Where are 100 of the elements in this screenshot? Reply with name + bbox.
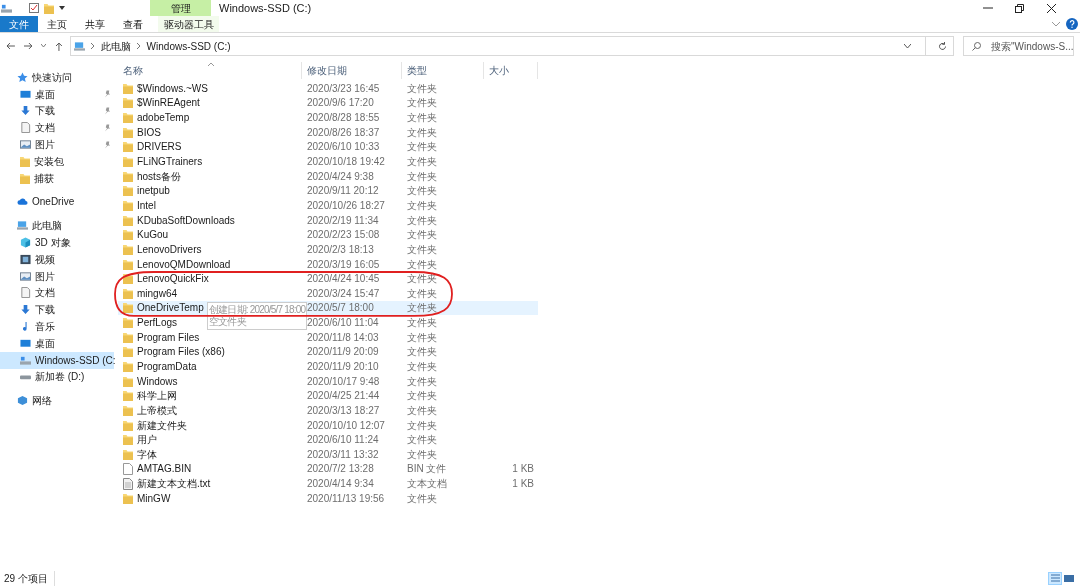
sidebar-item[interactable]: 网络	[0, 392, 114, 410]
address-bar[interactable]: 此电脑 Windows-SSD (C:)	[69, 36, 954, 56]
column-header[interactable]: 大小	[484, 62, 538, 79]
folder-icon	[123, 361, 133, 372]
ribbon-tab[interactable]: 文件	[0, 16, 38, 32]
modified-date: 2020/6/10 11:24	[306, 433, 380, 448]
dropdown-icon[interactable]	[59, 6, 65, 10]
film-icon	[20, 253, 31, 265]
column-header[interactable]: 修改日期	[302, 62, 402, 79]
breadcrumb[interactable]: 此电脑	[100, 38, 131, 54]
modified-date: 2020/2/23 15:08	[306, 228, 381, 243]
file-type: 文件夹	[406, 403, 438, 418]
folder-icon	[123, 229, 133, 241]
restore-icon[interactable]	[1015, 3, 1024, 13]
sidebar-item[interactable]: 此电脑	[0, 217, 114, 235]
file-type: 文件夹	[406, 184, 438, 199]
back-arrow-icon[interactable]	[6, 42, 15, 50]
sidebar-item[interactable]: 下载	[0, 301, 114, 319]
folder-icon	[123, 317, 133, 329]
file-type: 文件夹	[406, 301, 438, 316]
refresh-icon[interactable]	[938, 41, 947, 51]
file-type: 文件夹	[406, 169, 438, 184]
up-arrow-icon[interactable]	[54, 41, 63, 51]
modified-date: 2020/6/10 11:04	[306, 316, 380, 331]
folder-icon	[123, 346, 133, 358]
sidebar-item[interactable]: 视频	[0, 250, 114, 268]
chevron-down-icon[interactable]	[1052, 21, 1060, 27]
file-type: 文件夹	[406, 447, 438, 462]
modified-date: 2020/4/24 10:45	[306, 272, 381, 287]
chevron-right-icon[interactable]	[90, 43, 95, 49]
file-name: OneDriveTemp	[137, 301, 204, 316]
sort-caret-icon	[208, 62, 214, 66]
modified-date: 2020/11/13 19:56	[306, 491, 386, 506]
sidebar-item[interactable]: 3D 对象	[0, 234, 114, 251]
folder-icon	[123, 375, 133, 387]
drive-icon	[20, 354, 31, 366]
file-name: LenovoDrivers	[137, 242, 202, 257]
help-icon[interactable]	[1066, 18, 1078, 30]
chevron-right-icon[interactable]	[136, 43, 141, 49]
modified-date: 2020/6/10 10:33	[306, 140, 381, 155]
file-type: 文件夹	[406, 418, 438, 433]
down-arrow-icon	[20, 304, 31, 316]
file-name: FLiNGTrainers	[137, 155, 203, 170]
file-name: PerfLogs	[137, 316, 178, 331]
search-field[interactable]: 搜索"Windows-S...	[963, 36, 1074, 56]
file-type: 文件夹	[406, 316, 438, 331]
ribbon-tab[interactable]: 驱动器工具	[158, 16, 219, 32]
file-name: DRIVERS	[137, 140, 182, 155]
network-icon	[17, 395, 28, 407]
sidebar-item[interactable]: Windows-SSD (C:	[0, 351, 114, 369]
sidebar-item[interactable]: 桌面	[0, 334, 114, 352]
sidebar-item[interactable]: 下载	[0, 102, 114, 120]
column-header[interactable]: 名称	[118, 62, 302, 79]
file-name: 上帝模式	[137, 403, 177, 418]
file-name: Program Files	[137, 330, 200, 345]
file-name: Intel	[137, 198, 156, 213]
folder-icon	[123, 448, 133, 460]
sidebar-item[interactable]: 安装包	[0, 153, 114, 170]
folder-icon	[20, 155, 30, 167]
dropdown-icon[interactable]	[904, 43, 911, 49]
sidebar-item[interactable]: 音乐	[0, 318, 114, 335]
file-type: 文件夹	[406, 213, 438, 228]
file-type: 文件夹	[406, 111, 438, 126]
context-tab-group: 管理	[150, 0, 211, 16]
computer-icon	[73, 40, 85, 52]
sidebar-item[interactable]: 图片	[0, 267, 114, 285]
file-name: 科学上网	[137, 389, 177, 404]
file-type: BIN 文件	[406, 462, 448, 477]
sidebar-item[interactable]: 文档	[0, 119, 114, 137]
sidebar-item[interactable]: 图片	[0, 136, 114, 153]
folder-icon	[123, 287, 133, 299]
file-name: inetpub	[137, 184, 170, 199]
folder-icon	[123, 170, 133, 182]
sidebar-item[interactable]: 桌面	[0, 85, 114, 103]
ribbon-tab[interactable]: 主页	[38, 16, 76, 32]
file-type: 文件夹	[406, 491, 438, 506]
monitor-icon	[20, 88, 31, 100]
folder-icon	[123, 82, 133, 94]
sidebar-item[interactable]: 新加卷 (D:)	[0, 368, 114, 386]
forward-arrow-icon[interactable]	[23, 42, 33, 50]
file-name: BIOS	[137, 125, 161, 140]
modified-date: 2020/4/25 21:44	[306, 389, 381, 404]
cube-icon	[20, 237, 31, 249]
column-header[interactable]: 类型	[402, 62, 484, 79]
close-icon[interactable]	[1047, 3, 1056, 13]
sidebar-item[interactable]: 文档	[0, 284, 114, 302]
ribbon-tab[interactable]: 查看	[114, 16, 152, 32]
checkbox-icon[interactable]	[29, 3, 39, 13]
ribbon-tab[interactable]: 共享	[76, 16, 114, 32]
modified-date: 2020/9/6 17:20	[306, 96, 375, 111]
breadcrumb[interactable]: Windows-SSD (C:)	[146, 38, 231, 54]
modified-date: 2020/10/17 9:48	[306, 374, 381, 389]
file-name: LenovoQuickFix	[137, 272, 209, 287]
sidebar-item[interactable]: 快速访问	[0, 69, 114, 86]
folder-icon	[123, 302, 133, 314]
sidebar-item[interactable]: OneDrive	[0, 193, 114, 211]
file-name: MinGW	[137, 491, 171, 506]
sidebar-item[interactable]: 捕获	[0, 169, 114, 187]
folder-icon	[123, 156, 133, 168]
file-size: 1 KB	[512, 477, 534, 492]
